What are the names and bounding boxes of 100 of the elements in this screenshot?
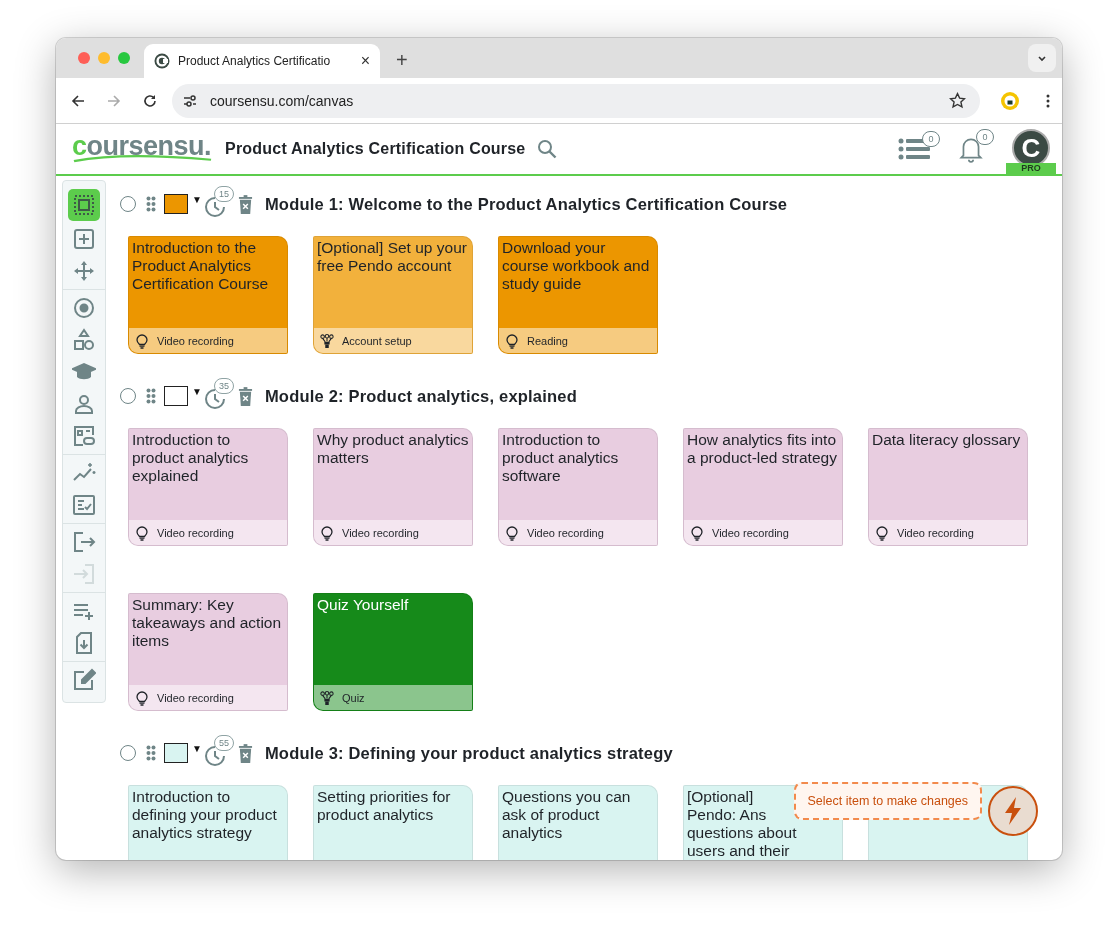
color-dropdown-caret[interactable]: ▼ <box>192 193 202 205</box>
checklist-icon <box>72 493 96 517</box>
card-title-line: [Optional] <box>687 788 754 806</box>
module-title: Module 3: Defining your product analytics strategy <box>264 743 673 763</box>
reload-icon[interactable] <box>142 92 158 109</box>
lesson-card[interactable]: Download your course workbook and study guide Reading <box>498 236 658 354</box>
card-title: Introduction to defining your product analytics strategy <box>132 788 278 842</box>
color-swatch[interactable] <box>164 743 188 763</box>
import-icon <box>72 562 96 586</box>
lightbulb-icon <box>135 689 149 706</box>
activity-type: Video recording <box>157 691 234 704</box>
activity-type: Video recording <box>157 334 234 347</box>
duration-badge: 35 <box>213 378 234 394</box>
lightbulb-icon <box>320 524 334 541</box>
activity-type: Video recording <box>712 526 789 539</box>
edit-icon <box>72 668 96 692</box>
site-settings-icon[interactable] <box>182 92 198 109</box>
new-tab-button[interactable]: + <box>392 49 412 72</box>
card-title: Introduction to product analytics explained <box>132 431 250 485</box>
search-icon[interactable] <box>537 139 558 159</box>
lightbulb-icon <box>505 332 519 349</box>
lesson-card[interactable]: Summary: Key takeaways and action items Video recording <box>128 593 288 711</box>
activity-type: Video recording <box>342 526 419 539</box>
network-icon <box>320 332 334 349</box>
card-title: Introduction to product analytics software <box>502 431 620 485</box>
drag-handle-icon[interactable] <box>146 388 156 404</box>
drag-handle-icon[interactable] <box>146 196 156 212</box>
color-dropdown-caret[interactable]: ▼ <box>192 742 202 754</box>
lesson-card[interactable]: Data literacy glossary Video recording <box>868 428 1028 546</box>
browser-tab[interactable]: Product Analytics Certificatio × <box>144 44 380 78</box>
card-title: Setting priorities for product analytics <box>317 788 452 824</box>
lesson-card[interactable]: Questions you can ask of product analytics <box>498 785 658 860</box>
lesson-card[interactable]: How analytics fits into a product-led strategy Video recording <box>683 428 843 546</box>
card-title-line: users and their <box>687 842 790 860</box>
course-title: Product Analytics Certification Course <box>225 140 526 158</box>
activity-type: Quiz <box>342 691 365 704</box>
logo-icon <box>154 53 170 69</box>
lesson-card[interactable]: [Optional] Set up your free Pendo account Account setup <box>313 236 473 354</box>
duration-badge: 15 <box>213 186 234 202</box>
address-bar[interactable]: coursensu.com/canvas <box>172 83 980 118</box>
drag-handle-icon[interactable] <box>146 745 156 761</box>
export-icon <box>72 530 96 554</box>
card-title: Download your course workbook and study guide <box>502 239 651 293</box>
person-icon <box>72 392 96 416</box>
color-dropdown-caret[interactable]: ▼ <box>192 385 202 397</box>
card-title-line: Pendo: Ans <box>687 806 767 824</box>
trash-icon[interactable] <box>237 743 253 763</box>
lightbulb-icon <box>135 524 149 541</box>
network-icon <box>320 689 334 706</box>
card-title: Questions you can ask of product analytics <box>502 788 632 842</box>
clock-icon <box>203 745 226 767</box>
lesson-card[interactable]: Quiz Yourself Quiz <box>313 593 473 711</box>
card-title: Summary: Key takeaways and action items <box>132 596 283 650</box>
plan-badge: PRO <box>1006 163 1056 174</box>
browser-menu-icon[interactable] <box>1046 92 1050 109</box>
close-tab-button[interactable]: × <box>358 52 372 70</box>
card-title: Quiz Yourself <box>317 596 410 614</box>
linkcard-icon <box>72 424 96 448</box>
activity-type: Account setup <box>342 334 412 347</box>
card-title: Why product analytics matters <box>317 431 469 467</box>
trash-icon[interactable] <box>237 194 253 214</box>
card-title: Data literacy glossary <box>872 431 1022 449</box>
activity-type: Video recording <box>157 526 234 539</box>
card-title: How analytics fits into a product-led strategy <box>687 431 838 467</box>
count-badge: 0 <box>976 129 994 145</box>
lesson-card[interactable]: Introduction to product analytics explained Video recording <box>128 428 288 546</box>
lightbulb-icon <box>875 524 889 541</box>
extension-icon[interactable] <box>1000 90 1020 111</box>
shapes-icon <box>72 328 96 352</box>
lightbulb-icon <box>505 524 519 541</box>
target-icon <box>72 296 96 320</box>
back-icon[interactable] <box>70 92 86 109</box>
activity-type: Video recording <box>897 526 974 539</box>
lesson-card[interactable]: Why product analytics matters Video recording <box>313 428 473 546</box>
module-title: Module 2: Product analytics, explained <box>264 386 577 406</box>
lightbulb-icon <box>135 332 149 349</box>
lesson-card[interactable]: Introduction to defining your product analytics strategy <box>128 785 288 860</box>
tab-list-button[interactable] <box>1028 44 1056 72</box>
card-title-line: questions about <box>687 824 797 842</box>
duration-badge: 55 <box>213 735 234 751</box>
lightbulb-icon <box>690 524 704 541</box>
color-swatch[interactable] <box>164 386 188 406</box>
lesson-card[interactable]: Setting priorities for product analytics <box>313 785 473 860</box>
coursensu-logo[interactable]: coursensu. <box>66 130 218 168</box>
close-window-button[interactable] <box>78 52 90 64</box>
url-text: coursensu.com/canvas <box>210 92 355 109</box>
select-tool-button[interactable] <box>68 189 100 221</box>
color-swatch[interactable] <box>164 194 188 214</box>
trash-icon[interactable] <box>237 386 253 406</box>
lesson-card[interactable]: Introduction to the Product Analytics Certification Course Video recording <box>128 236 288 354</box>
count-badge: 0 <box>922 131 940 147</box>
module-title: Module 1: Welcome to the Product Analytics Certification Course <box>264 194 788 214</box>
bookmark-star-icon[interactable] <box>949 92 966 109</box>
lesson-card[interactable]: Introduction to product analytics software Video recording <box>498 428 658 546</box>
activity-type: Reading <box>527 334 568 347</box>
move-icon <box>72 259 96 283</box>
forward-icon[interactable] <box>106 92 122 109</box>
card-title: Introduction to the Product Analytics Certification Course <box>132 239 270 293</box>
add-icon <box>72 227 96 251</box>
lightning-icon <box>1003 796 1023 826</box>
